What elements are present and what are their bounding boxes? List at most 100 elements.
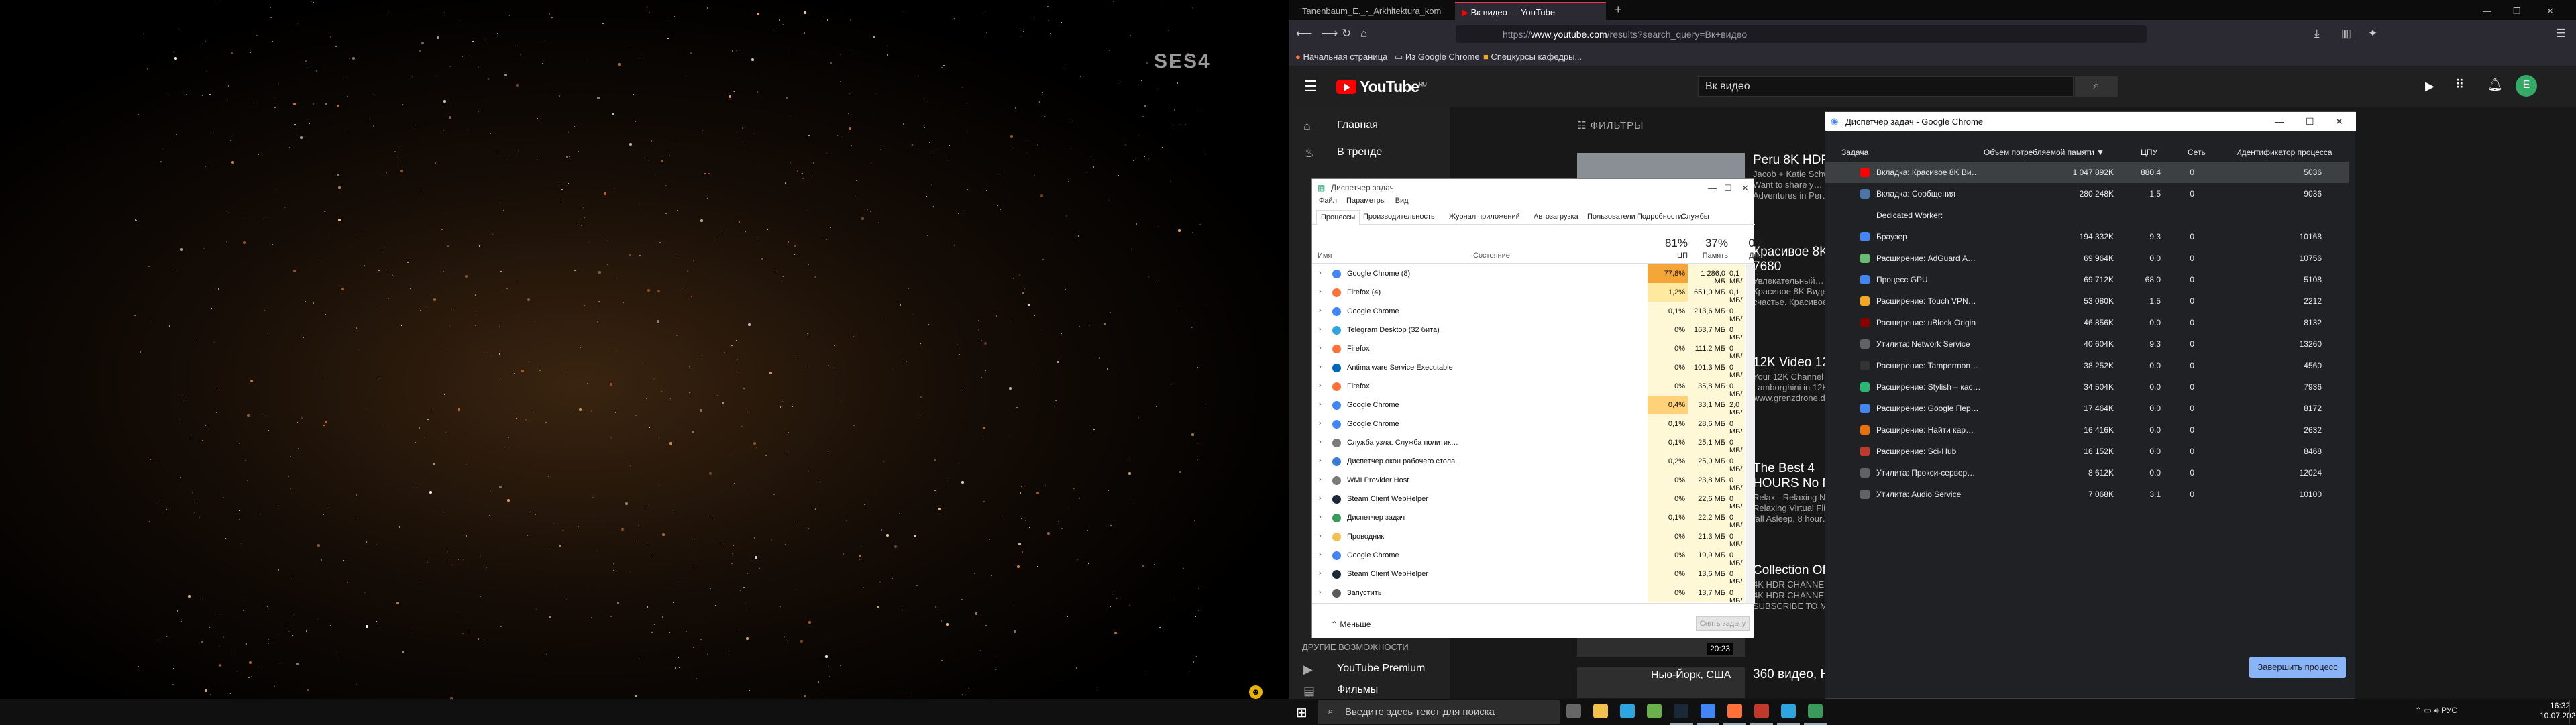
- table-row[interactable]: › Google Chrome 0,1%28,6 МБ0 МБ/с: [1312, 414, 1745, 433]
- expand-chevron-icon[interactable]: ›: [1319, 382, 1322, 390]
- maximize-icon[interactable]: ❐: [2506, 2, 2533, 20]
- tab-users[interactable]: Пользователи: [1587, 213, 1635, 221]
- expand-chevron-icon[interactable]: ›: [1319, 532, 1322, 540]
- minimize-icon[interactable]: —: [2476, 2, 2503, 20]
- table-row[interactable]: › Диспетчер окон рабочего стола 0,2% 25,0 М…: [1312, 452, 1745, 471]
- tab-details[interactable]: Подробности: [1637, 213, 1682, 221]
- close-icon[interactable]: ✕: [2540, 2, 2567, 20]
- chrome-icon[interactable]: [1701, 704, 1715, 718]
- expand-chevron-icon[interactable]: ›: [1319, 457, 1322, 465]
- utorrent-icon[interactable]: [1647, 704, 1662, 718]
- search-icon[interactable]: ⌕: [2075, 76, 2118, 97]
- table-row[interactable]: › Google Chrome (8) 77,8% 1 286,0 МБ 0,1 МБ/…: [1312, 264, 1745, 286]
- less-details-button[interactable]: ⌃ Меньше: [1331, 620, 1371, 629]
- expand-chevron-icon[interactable]: ›: [1319, 306, 1322, 315]
- ctm-table-row[interactable]: Расширение: Sci-Hub 16 152K 0.0 0 8468: [1825, 441, 2349, 462]
- firefox-icon[interactable]: [1727, 704, 1742, 718]
- extension-icon[interactable]: ✦: [2368, 27, 2377, 40]
- tab-services[interactable]: Службы: [1681, 213, 1709, 221]
- table-row[interactable]: › Диспетчер задач 0,1%22,2 МБ0 МБ/с: [1312, 508, 1745, 527]
- ctm-table-row[interactable]: Утилита: Network Service 40 604K 9.3 0 13260: [1825, 333, 2349, 355]
- language-indicator[interactable]: РУС: [2441, 706, 2457, 715]
- filters-button[interactable]: ☷ ФИЛЬТРЫ: [1577, 119, 1644, 131]
- chevron-up-icon[interactable]: ⌃: [2415, 706, 2424, 715]
- ctm-table-row[interactable]: Утилита: Прокси-сервер… 8 612K 0.0 0 12024: [1825, 462, 2349, 484]
- tab-startup[interactable]: Автозагрузка: [1534, 213, 1578, 221]
- bookmark-home[interactable]: ● Начальная страница: [1295, 52, 1387, 62]
- table-row[interactable]: › Steam Client WebHelper 0%22,6 МБ0 МБ/с: [1312, 490, 1745, 508]
- tab-performance[interactable]: Производительность: [1363, 213, 1435, 221]
- menu-file[interactable]: Файл: [1319, 197, 1337, 205]
- youtube-search-input[interactable]: Вк видео: [1698, 76, 2074, 97]
- ctm-table-row[interactable]: Расширение: Tampermon… 38 252K 0.0 0 4560: [1825, 355, 2349, 376]
- expand-chevron-icon[interactable]: ›: [1319, 363, 1322, 371]
- video-title[interactable]: 12K Video 12: [1753, 355, 1829, 370]
- table-row[interactable]: › Firefox (4) 1,2%651,0 МБ0,1 МБ/с: [1312, 283, 1745, 302]
- tab-app-history[interactable]: Журнал приложений: [1449, 213, 1520, 221]
- network-icon[interactable]: ▭: [2424, 706, 2434, 715]
- taskmgr-icon[interactable]: [1808, 704, 1823, 718]
- expand-chevron-icon[interactable]: ›: [1319, 400, 1322, 408]
- menu-view[interactable]: Вид: [1395, 197, 1409, 205]
- video-title[interactable]: The Best 4: [1753, 461, 1815, 476]
- minimize-icon[interactable]: —: [1708, 183, 1717, 193]
- table-row[interactable]: › Проводник 0%21,3 МБ0 МБ/с: [1312, 527, 1745, 546]
- scrollbar[interactable]: [1746, 264, 1755, 604]
- ctm-table-row[interactable]: Утилита: Audio Service 7 068K 3.1 0 10100: [1825, 484, 2349, 505]
- avatar[interactable]: E: [2516, 75, 2537, 97]
- expand-chevron-icon[interactable]: ›: [1319, 569, 1322, 577]
- table-row[interactable]: › Firefox 0%35,8 МБ0 МБ/с: [1312, 377, 1745, 396]
- table-row[interactable]: › Steam Client WebHelper 0%13,6 МБ0 МБ/с: [1312, 565, 1745, 583]
- back-icon[interactable]: ⟵: [1296, 27, 1312, 40]
- table-row[interactable]: › Antimalware Service Executable 0% 101,3 М…: [1312, 358, 1745, 377]
- table-row[interactable]: › Google Chrome 0%19,9 МБ0 МБ/с: [1312, 546, 1745, 565]
- close-icon[interactable]: ✕: [1741, 183, 1749, 194]
- table-row[interactable]: › Firefox 0%111,2 МБ0 МБ/с: [1312, 339, 1745, 358]
- end-process-button[interactable]: Завершить процесс: [2249, 657, 2346, 678]
- new-tab-button[interactable]: +: [1608, 2, 1628, 20]
- reload-icon[interactable]: ↻: [1342, 27, 1351, 40]
- video-title-line2[interactable]: HOURS No M: [1753, 476, 1833, 491]
- ctm-table-row[interactable]: Dedicated Worker:: [1825, 205, 2349, 226]
- table-row[interactable]: › Служба узла: Служба политик… 0,1% 25,1 МБ…: [1312, 433, 1745, 452]
- taskbar-search-input[interactable]: ⌕ Введите здесь текст для поиска: [1318, 700, 1560, 724]
- volume-icon[interactable]: 🔊︎: [2434, 706, 2441, 715]
- ctm-table-row[interactable]: Процесс GPU 69 712K 68.0 0 5108: [1825, 269, 2349, 290]
- browser-tab-pdf[interactable]: Tanenbaum_E._-_Arkhitektura_kom: [1295, 2, 1453, 20]
- apps-grid-icon[interactable]: ⠿: [2455, 78, 2464, 92]
- ctm-table-row[interactable]: Расширение: uBlock Origin 46 856K 0.0 0 8132: [1825, 312, 2349, 333]
- video-title[interactable]: Peru 8K HDR: [1753, 153, 1830, 168]
- expand-chevron-icon[interactable]: ›: [1319, 269, 1322, 277]
- menu-options[interactable]: Параметры: [1346, 197, 1386, 205]
- table-row[interactable]: › Запустить 0%13,7 МБ0 МБ/с: [1312, 583, 1745, 602]
- sidebar-item-trending[interactable]: ♨ В тренде: [1289, 140, 1450, 166]
- cpu-column-header[interactable]: ЦП: [1648, 252, 1688, 260]
- maximize-icon[interactable]: ☐: [1724, 183, 1732, 194]
- url-bar[interactable]: https://www.youtube.com/results?search_q…: [1456, 25, 2147, 43]
- status-column-header[interactable]: Состояние: [1473, 252, 1510, 260]
- table-row[interactable]: › Telegram Desktop (32 бита) 0% 163,7 МБ 0 М…: [1312, 321, 1745, 339]
- expand-chevron-icon[interactable]: ›: [1319, 419, 1322, 427]
- task-view-icon[interactable]: [1566, 704, 1581, 718]
- show-desktop-button[interactable]: [2569, 700, 2573, 724]
- expand-chevron-icon[interactable]: ›: [1319, 344, 1322, 352]
- table-row[interactable]: › WMI Provider Host 0%23,8 МБ0 МБ/с: [1312, 471, 1745, 490]
- steam-icon[interactable]: [1674, 704, 1688, 718]
- telegram-icon[interactable]: [1781, 704, 1796, 718]
- bell-icon[interactable]: 🔔︎: [2487, 78, 2503, 92]
- name-column-header[interactable]: Имя: [1318, 252, 1332, 260]
- library-icon[interactable]: ▥: [2341, 27, 2352, 40]
- ctm-table-row[interactable]: Вкладка: Сообщения 280 248K 1.5 0 9036: [1825, 183, 2349, 205]
- expand-chevron-icon[interactable]: ›: [1319, 288, 1322, 296]
- expand-chevron-icon[interactable]: ›: [1319, 513, 1322, 521]
- bookmark-courses[interactable]: ■ Спецкурсы кафедры...: [1483, 52, 1582, 62]
- expand-chevron-icon[interactable]: ›: [1319, 476, 1322, 484]
- table-row[interactable]: › Google Chrome 0,4%33,1 МБ2,0 МБ/с: [1312, 396, 1745, 414]
- opera-icon[interactable]: [1754, 704, 1769, 718]
- forward-icon[interactable]: ⟶: [1322, 27, 1338, 40]
- hamburger-icon[interactable]: ☰: [1304, 78, 1318, 95]
- end-task-button[interactable]: Снять задачу: [1696, 616, 1750, 631]
- ctm-table-row[interactable]: Расширение: Stylish – кас… 34 504K 0.0 0 793…: [1825, 376, 2349, 398]
- home-icon[interactable]: ⌂: [1360, 27, 1367, 40]
- ctm-table-row[interactable]: Расширение: Google Пер… 17 464K 0.0 0 8172: [1825, 398, 2349, 419]
